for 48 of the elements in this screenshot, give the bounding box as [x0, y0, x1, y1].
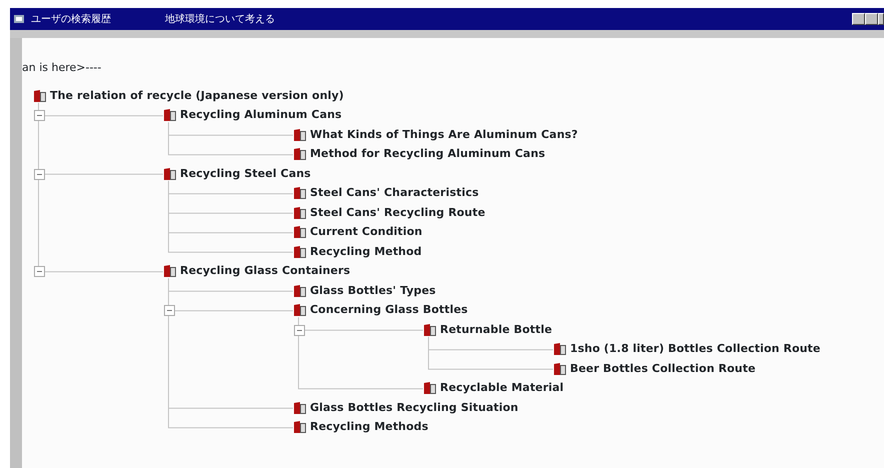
tree-item[interactable]: Recycling Aluminum Cans — [22, 106, 884, 125]
book-icon — [293, 244, 307, 259]
collapse-icon[interactable] — [164, 305, 175, 316]
collapse-icon[interactable] — [34, 266, 45, 278]
book-icon — [423, 381, 437, 396]
book-icon — [293, 400, 307, 415]
close-button[interactable] — [878, 13, 884, 25]
collapse-icon[interactable] — [34, 168, 45, 180]
book-icon — [293, 303, 307, 318]
maximize-button[interactable] — [865, 13, 878, 25]
tree-item[interactable]: Glass Bottles Recycling Situation — [22, 398, 884, 418]
location-text: an is here>---- — [22, 60, 102, 76]
tree-item[interactable]: Recyclable Material — [22, 378, 884, 398]
book-icon — [553, 342, 567, 356]
book-icon — [293, 206, 307, 220]
tree-item[interactable]: 1sho (1.8 liter) Bottles Collection Route — [22, 340, 884, 359]
book-icon — [163, 166, 177, 181]
app-icon — [13, 13, 25, 25]
collapse-icon[interactable] — [34, 110, 45, 122]
tree-item[interactable]: Recycling Method — [22, 242, 884, 262]
minimize-button[interactable] — [852, 13, 865, 25]
tree-item[interactable]: Current Condition — [22, 222, 884, 242]
book-icon — [553, 362, 567, 376]
book-icon — [293, 186, 307, 200]
book-icon — [423, 322, 437, 337]
book-icon — [163, 108, 177, 122]
tree-item[interactable]: What Kinds of Things Are Aluminum Cans? — [22, 125, 884, 144]
window-title: ユーザの検索履歴 — [31, 12, 111, 26]
tree-item[interactable]: Beer Bottles Collection Route — [22, 359, 884, 378]
tree-item[interactable]: Steel Cans' Recycling Route — [22, 203, 884, 222]
tree-item[interactable]: The relation of recycle (Japanese version only) — [22, 86, 884, 106]
tree-item[interactable]: Glass Bottles' Types — [22, 281, 884, 300]
tree-item[interactable]: Steel Cans' Characteristics — [22, 184, 884, 203]
book-icon — [293, 147, 307, 162]
tree-item[interactable]: Recycling Steel Cans — [22, 164, 884, 184]
tree-item[interactable]: Concerning Glass Bottles — [22, 300, 884, 320]
book-icon — [293, 284, 307, 298]
window-subtitle: 地球環境について考える — [165, 12, 275, 26]
tree-item[interactable]: Recycling Glass Containers — [22, 262, 884, 281]
book-icon — [293, 225, 307, 240]
book-icon — [33, 88, 47, 103]
tree-item[interactable]: Recycling Methods — [22, 418, 884, 437]
tree-item[interactable]: Method for Recycling Aluminum Cans — [22, 144, 884, 164]
collapse-icon[interactable] — [294, 324, 305, 336]
book-icon — [163, 264, 177, 278]
tree-item[interactable]: Returnable Bottle — [22, 320, 884, 340]
book-icon — [293, 420, 307, 434]
book-icon — [293, 128, 307, 142]
